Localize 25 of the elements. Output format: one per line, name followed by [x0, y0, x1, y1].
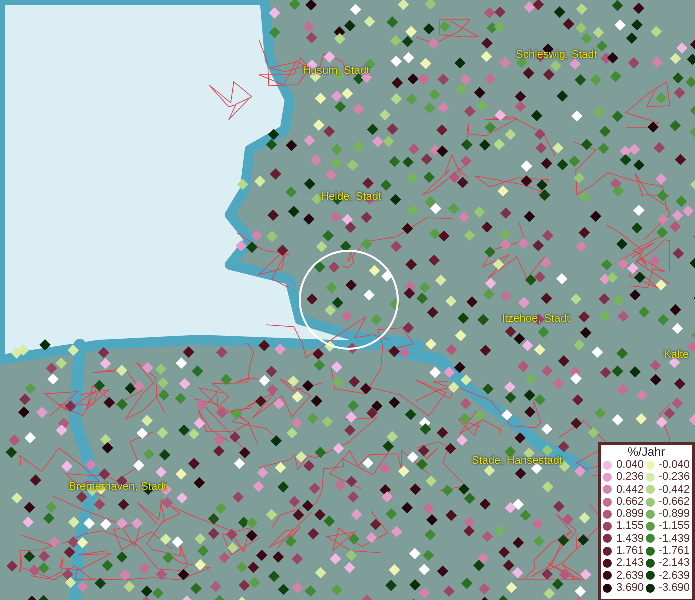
legend-value: -1.439	[658, 532, 690, 546]
legend-value: 1.155	[616, 520, 646, 533]
legend-value: 0.236	[616, 471, 646, 484]
legend-value: -0.662	[658, 496, 690, 508]
legend-value: -3.690	[658, 582, 690, 594]
legend-value: -1.761	[658, 545, 690, 558]
place-label: Kalte	[664, 350, 690, 361]
legend-value: 1.439	[616, 532, 646, 546]
legend-value: -0.040	[658, 459, 690, 472]
legend-value: 0.040	[616, 459, 646, 472]
legend-value: 0.899	[616, 508, 646, 520]
legend-value: -1.155	[658, 520, 690, 533]
legend-value: 0.442	[616, 484, 646, 496]
legend-value: -0.442	[658, 484, 690, 496]
legend-value: 0.662	[616, 496, 646, 508]
legend-title: %/Jahr	[626, 446, 666, 459]
legend-value: 2.143	[616, 557, 646, 570]
legend-value: 2.639	[616, 570, 646, 582]
legend-value: -0.899	[658, 508, 690, 520]
legend-value: -2.639	[658, 570, 690, 582]
place-label: Stade, Hansestadt	[472, 456, 563, 467]
legend-value: 3.690	[616, 582, 646, 594]
legend-value: 1.761	[616, 545, 646, 558]
legend-value: -0.236	[658, 471, 690, 484]
legend-value: -2.143	[658, 557, 690, 570]
